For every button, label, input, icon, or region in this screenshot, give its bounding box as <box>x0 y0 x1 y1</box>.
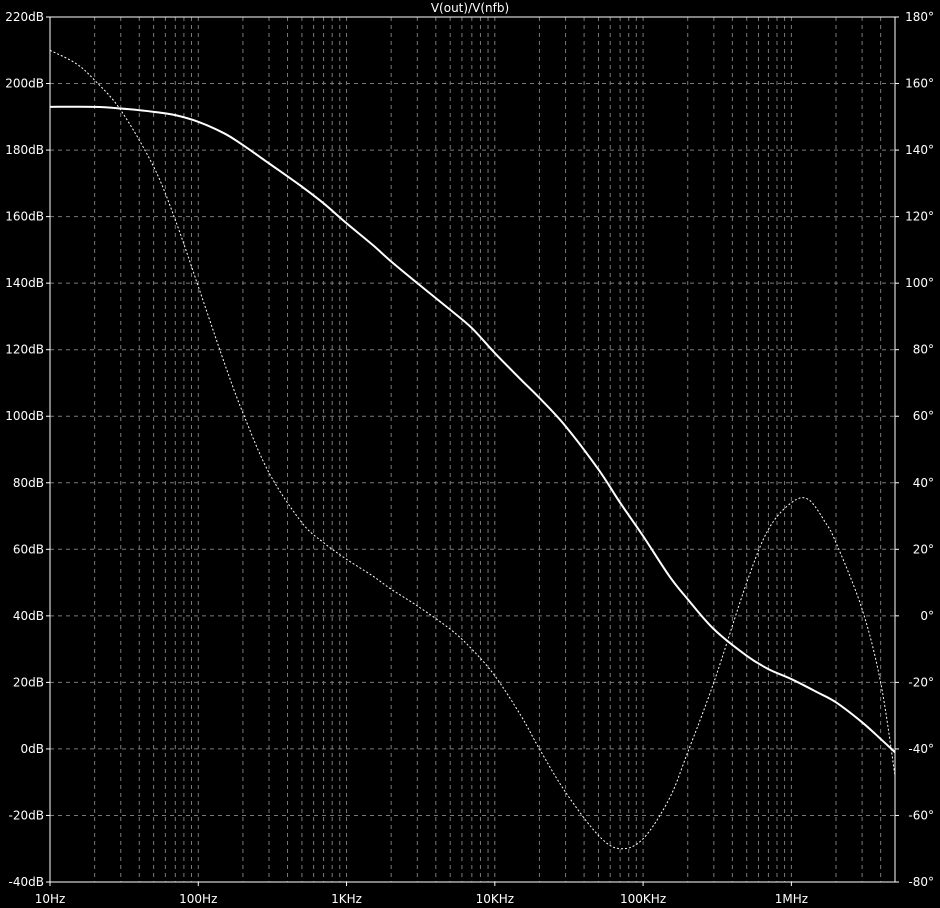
x-tick-label: 100KHz <box>620 892 666 906</box>
left-tick-label: 60dB <box>13 542 44 556</box>
right-tick-label: -20° <box>908 675 934 689</box>
right-tick-label: 160° <box>905 77 934 91</box>
bode-plot: V(out)/V(nfb) 220dB 200dB 180dB 160dB 140dB 1… <box>0 0 940 908</box>
left-tick-label: -20dB <box>9 808 44 822</box>
left-tick-label: 80dB <box>13 476 44 490</box>
left-tick-label: 100dB <box>5 409 44 423</box>
right-tick-label: 180° <box>905 10 934 24</box>
left-tick-label: -40dB <box>9 875 44 889</box>
right-tick-label: 40° <box>913 476 934 490</box>
left-tick-label: 180dB <box>5 143 44 157</box>
left-tick-label: 200dB <box>5 77 44 91</box>
right-tick-label: 60° <box>913 409 934 423</box>
x-tick-label: 100Hz <box>179 892 217 906</box>
left-tick-label: 160dB <box>5 210 44 224</box>
right-tick-label: 20° <box>913 542 934 556</box>
x-tick-label: 1KHz <box>331 892 362 906</box>
right-tick-label: 0° <box>920 609 934 623</box>
left-tick-label: 220dB <box>5 10 44 24</box>
left-tick-label: 140dB <box>5 276 44 290</box>
right-tick-label: 100° <box>905 276 934 290</box>
right-tick-label: 140° <box>905 143 934 157</box>
x-tick-label: 10KHz <box>476 892 514 906</box>
right-tick-label: -60° <box>908 808 934 822</box>
right-tick-label: 120° <box>905 210 934 224</box>
left-tick-label: 20dB <box>13 675 44 689</box>
left-tick-label: 40dB <box>13 609 44 623</box>
right-tick-label: -40° <box>908 742 934 756</box>
x-tick-label: 10Hz <box>35 892 66 906</box>
plot-background <box>0 0 940 908</box>
left-tick-label: 120dB <box>5 343 44 357</box>
x-tick-label: 1MHz <box>775 892 808 906</box>
left-tick-label: 0dB <box>21 742 44 756</box>
right-tick-label: 80° <box>913 343 934 357</box>
chart-title: V(out)/V(nfb) <box>431 1 509 15</box>
right-tick-label: -80° <box>908 875 934 889</box>
